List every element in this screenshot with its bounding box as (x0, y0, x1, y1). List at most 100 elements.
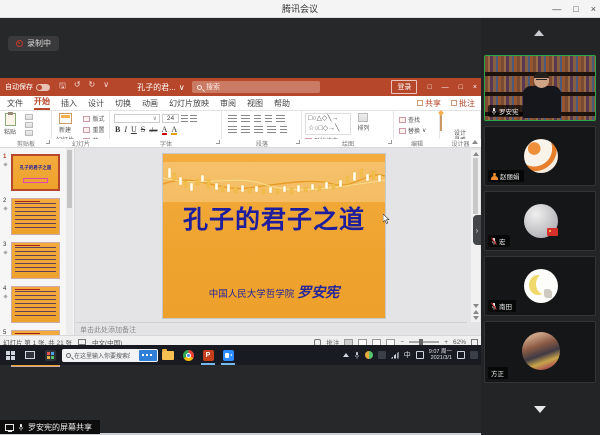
font-name-box[interactable]: ∨ (114, 114, 160, 123)
task-view-button[interactable] (20, 345, 40, 365)
underline-button[interactable]: U (131, 125, 137, 134)
strikethrough-button[interactable]: S (141, 125, 145, 134)
previous-slide-icon[interactable] (473, 310, 479, 314)
decrease-font-icon[interactable] (190, 115, 197, 123)
ribbon-options-icon[interactable]: □ (427, 84, 431, 91)
pinned-app-button[interactable] (40, 345, 60, 365)
tab-help[interactable]: 帮助 (274, 98, 290, 109)
italic-button[interactable]: I (124, 125, 127, 134)
ppt-search-box[interactable]: 搜索 (192, 81, 320, 93)
font-color-button[interactable]: A (162, 125, 168, 134)
scroll-up-icon[interactable] (473, 152, 479, 156)
design-ideas-button[interactable]: 设计 灵感 (440, 111, 481, 139)
bold-button[interactable]: B (115, 125, 120, 134)
tab-animations[interactable]: 动画 (142, 98, 158, 109)
thumbnail-scrollbar[interactable] (66, 148, 73, 335)
dialog-launcher-icon[interactable] (296, 140, 300, 144)
tab-design[interactable]: 设计 (88, 98, 104, 109)
ppt-restore-icon[interactable]: □ (459, 84, 463, 91)
copy-icon[interactable] (25, 122, 33, 128)
chrome-button[interactable] (178, 345, 198, 365)
shape-gallery[interactable]: □○△◇╲→ ☆○□◇→╲ (305, 113, 351, 135)
show-desktop-button[interactable] (470, 351, 478, 359)
tab-view[interactable]: 视图 (247, 98, 263, 109)
next-slide-icon[interactable] (473, 316, 479, 320)
bullets-icon[interactable] (228, 115, 237, 123)
align-right-icon[interactable] (254, 126, 263, 134)
numbering-icon[interactable] (241, 115, 250, 123)
participant-tile[interactable]: 南田 (484, 256, 596, 316)
format-painter-icon[interactable] (25, 130, 33, 136)
align-center-icon[interactable] (241, 126, 250, 134)
file-explorer-button[interactable] (158, 345, 178, 365)
cut-icon[interactable] (25, 114, 33, 120)
participant-tile-video[interactable]: 罗安宪 (484, 55, 596, 121)
collapse-videos-icon[interactable] (534, 30, 544, 36)
highlight-color-button[interactable]: A (171, 125, 177, 134)
save-icon[interactable]: 🖫 (59, 80, 66, 94)
input-method-indicator[interactable]: 中 (404, 350, 411, 360)
participant-tile[interactable]: 赵丽娟 (484, 126, 596, 186)
align-left-icon[interactable] (228, 126, 237, 134)
tab-insert[interactable]: 插入 (61, 98, 77, 109)
line-spacing-icon[interactable] (276, 115, 285, 123)
search-highlight-chip[interactable] (139, 350, 157, 361)
undo-icon[interactable]: ↺ (74, 80, 81, 94)
close-icon[interactable]: × (591, 4, 596, 14)
tab-home[interactable]: 开始 (34, 96, 50, 110)
increase-indent-icon[interactable] (265, 115, 272, 123)
tab-file[interactable]: 文件 (7, 98, 23, 109)
increase-font-icon[interactable] (181, 115, 188, 123)
scroll-down-icon[interactable] (473, 304, 479, 308)
maximize-icon[interactable]: □ (573, 4, 578, 14)
participant-tile[interactable]: 方正 (484, 321, 596, 383)
network-icon[interactable] (391, 352, 399, 359)
tab-slideshow[interactable]: 幻灯片放映 (169, 98, 209, 109)
decrease-indent-icon[interactable] (254, 115, 261, 123)
dialog-launcher-icon[interactable] (46, 140, 50, 144)
arrange-button[interactable]: 排列 (357, 113, 369, 132)
replace-button[interactable]: 替换 ∨ (399, 126, 439, 135)
autosave-toggle[interactable]: 自动保存 (5, 82, 50, 92)
reset-button[interactable]: 重置 (83, 125, 104, 134)
tencent-meeting-button[interactable] (218, 345, 238, 365)
layout-button[interactable]: 版式 (83, 114, 104, 123)
find-button[interactable]: 查找 (399, 115, 439, 124)
tray-app-icon[interactable] (378, 351, 386, 359)
dialog-launcher-icon[interactable] (388, 140, 392, 144)
notes-pane[interactable]: 单击此处添加备注 (76, 322, 467, 335)
paste-button[interactable]: 粘贴 (4, 113, 16, 136)
share-button[interactable]: 共享 (417, 98, 441, 109)
columns-icon[interactable] (280, 126, 287, 134)
font-size-box[interactable]: 24 (162, 114, 179, 123)
shadow-button[interactable]: abc (149, 128, 157, 134)
participant-tile[interactable]: 宏 (484, 191, 596, 251)
scrollbar-thumb[interactable] (473, 158, 478, 214)
justify-icon[interactable] (267, 126, 276, 134)
action-center-icon[interactable] (457, 351, 465, 359)
touch-keyboard-icon[interactable] (416, 351, 424, 359)
tray-app-icon[interactable] (365, 351, 373, 359)
ppt-close-icon[interactable]: × (473, 84, 477, 91)
minimize-icon[interactable]: — (552, 4, 561, 14)
start-button[interactable] (0, 345, 20, 365)
recording-badge[interactable]: 录制中 (8, 36, 59, 51)
qat-dropdown-icon[interactable]: ∨ (103, 80, 109, 94)
tray-expand-icon[interactable] (343, 353, 349, 357)
signin-button[interactable]: 登录 (391, 80, 417, 94)
ppt-minimize-icon[interactable]: — (442, 84, 449, 91)
collapse-ribbon-icon[interactable] (472, 140, 478, 144)
sidebar-handle[interactable]: › (473, 215, 481, 245)
comments-button[interactable]: 批注 (451, 98, 475, 109)
taskbar-clock[interactable]: 9:07 周一2021/3/1 (429, 349, 452, 361)
tab-transitions[interactable]: 切换 (115, 98, 131, 109)
tray-mic-icon[interactable] (354, 351, 360, 360)
powerpoint-button[interactable]: P (198, 345, 218, 365)
slide-canvas[interactable]: 孔子的君子之道 中国人民大学哲学院罗安宪 (163, 154, 385, 318)
more-participants-icon[interactable] (534, 406, 546, 413)
zoom-slider[interactable] (409, 341, 439, 343)
dialog-launcher-icon[interactable] (216, 140, 220, 144)
tab-review[interactable]: 审阅 (220, 98, 236, 109)
taskbar-search-box[interactable]: 在这里输入你要搜索的内容 (62, 349, 158, 362)
redo-icon[interactable]: ↻ (89, 80, 96, 94)
